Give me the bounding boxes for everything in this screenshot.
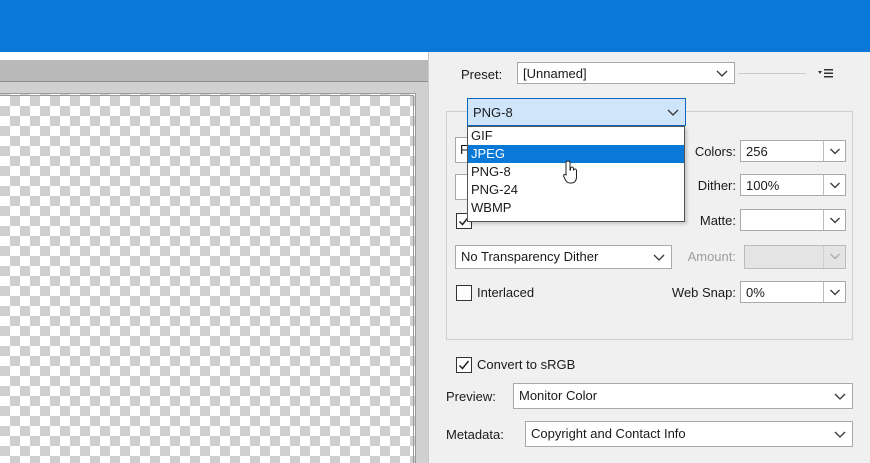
convert-srgb-label: Convert to sRGB — [477, 357, 576, 372]
matte-select[interactable] — [740, 209, 846, 231]
chevron-down-icon — [665, 104, 681, 120]
amount-label: Amount: — [687, 249, 736, 264]
format-option-gif[interactable]: GIF — [468, 127, 684, 145]
preset-value: [Unnamed] — [523, 66, 587, 81]
transparency-dither-select[interactable]: No Transparency Dither — [455, 245, 672, 269]
preset-divider — [738, 73, 806, 74]
chevron-down-icon — [823, 175, 845, 195]
amount-select[interactable] — [744, 245, 846, 269]
preset-select[interactable]: [Unnamed] — [517, 62, 735, 84]
window-titlebar — [0, 0, 870, 52]
colors-select[interactable]: 256 — [740, 140, 846, 162]
web-snap-value: 0% — [746, 285, 765, 300]
preset-label: Preset: — [461, 67, 503, 82]
preview-select[interactable]: Monitor Color — [513, 383, 853, 409]
transparent-canvas[interactable] — [0, 93, 416, 463]
chevron-down-icon — [714, 65, 730, 81]
preview-value: Monitor Color — [519, 388, 598, 403]
colors-label: Colors: — [694, 144, 736, 159]
panel-menu-icon[interactable] — [818, 67, 834, 81]
metadata-value: Copyright and Contact Info — [531, 426, 686, 441]
web-snap-select[interactable]: 0% — [740, 281, 846, 303]
pointer-cursor-icon — [563, 160, 579, 186]
chevron-down-icon — [823, 246, 845, 268]
metadata-label: Metadata: — [446, 427, 504, 442]
chevron-down-icon — [651, 249, 667, 265]
metadata-select[interactable]: Copyright and Contact Info — [525, 421, 853, 447]
convert-srgb-checkbox[interactable] — [456, 357, 472, 373]
chevron-down-icon — [823, 141, 845, 161]
chevron-down-icon — [832, 426, 848, 442]
dither-amount-select[interactable]: 100% — [740, 174, 846, 196]
interlaced-label: Interlaced — [477, 285, 535, 300]
colors-value: 256 — [746, 144, 768, 159]
preview-tab-strip — [0, 60, 428, 82]
web-snap-label: Web Snap: — [671, 285, 736, 300]
chevron-down-icon — [823, 282, 845, 302]
preview-label: Preview: — [446, 389, 496, 404]
chevron-down-icon — [823, 210, 845, 230]
interlaced-checkbox[interactable] — [456, 285, 472, 301]
format-select[interactable]: PNG-8 — [467, 98, 686, 126]
dither-label: Dither: — [697, 178, 736, 193]
transparency-dither-value: No Transparency Dither — [461, 249, 599, 264]
format-option-wbmp[interactable]: WBMP — [468, 199, 684, 217]
dither-value: 100% — [746, 178, 780, 193]
chevron-down-icon — [832, 388, 848, 404]
matte-label: Matte: — [699, 213, 736, 228]
format-value: PNG-8 — [473, 105, 513, 120]
